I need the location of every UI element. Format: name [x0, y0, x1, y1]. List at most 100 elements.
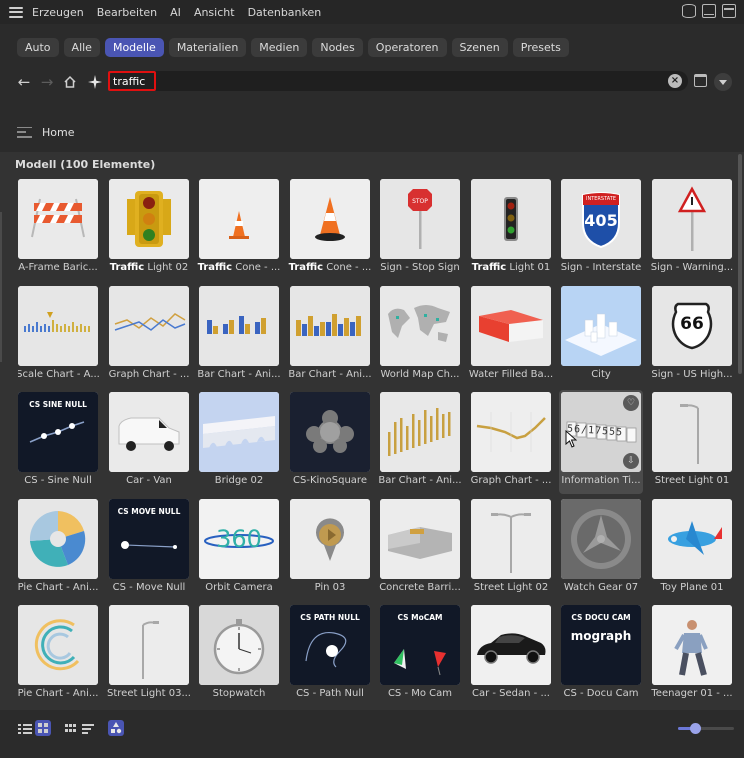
home-icon[interactable] [61, 73, 79, 91]
tab-presets[interactable]: Presets [512, 38, 569, 57]
breadcrumb-home[interactable]: Home [42, 126, 74, 139]
tab-auto[interactable]: Auto [17, 38, 59, 57]
us-highway-sign-thumbnail[interactable]: 66 [652, 286, 732, 366]
menu-erzeugen[interactable]: Erzeugen [32, 6, 84, 19]
search-input[interactable] [113, 73, 513, 89]
scale-chart-thumbnail[interactable] [18, 286, 98, 366]
ring-chart-thumbnail[interactable] [18, 605, 98, 685]
menu-bearbeiten[interactable]: Bearbeiten [97, 6, 157, 19]
warning-sign-thumbnail[interactable] [652, 179, 732, 259]
tree-toggle-icon[interactable] [17, 126, 32, 138]
barricade-thumbnail[interactable] [18, 179, 98, 259]
concrete-barrier-thumbnail[interactable] [380, 499, 460, 579]
download-cloud-icon[interactable]: ⇩ [623, 453, 639, 469]
bar-chart-gold-thumbnail[interactable] [290, 286, 370, 366]
traffic-light-thumbnail[interactable] [109, 179, 189, 259]
stack-icon[interactable] [694, 74, 707, 87]
bridge-thumbnail[interactable] [199, 392, 279, 472]
water-barrier-thumbnail[interactable] [471, 286, 551, 366]
asset-item-10[interactable]: Bar Chart - Ani... [197, 286, 289, 391]
asset-item-25[interactable]: CS MOVE NULL CS - Move Null [109, 499, 199, 604]
asset-item-31[interactable]: Toy Plane 01 [652, 499, 738, 604]
shapes-filter-icon[interactable] [108, 720, 124, 736]
tab-modelle[interactable]: Modelle [104, 38, 164, 57]
cone-dark-thumbnail[interactable] [290, 179, 370, 259]
asset-item-4[interactable]: STOP Sign - Stop Sign [380, 179, 470, 284]
hamburger-menu-icon[interactable] [9, 6, 23, 18]
sedan-thumbnail[interactable] [471, 605, 551, 685]
back-arrow-icon[interactable]: ← [15, 73, 33, 91]
graph-chart-gold-thumbnail[interactable] [471, 392, 551, 472]
menu-ai[interactable]: AI [170, 6, 181, 19]
asset-item-18[interactable]: Bridge 02 [199, 392, 289, 497]
pie-chart-thumbnail[interactable] [18, 499, 98, 579]
grid-view-icon[interactable] [35, 720, 51, 736]
asset-item-34[interactable]: Stopwatch [199, 605, 289, 710]
asset-item-19[interactable]: CS-KinoSquare [290, 392, 380, 497]
street-light-3-thumbnail[interactable] [109, 605, 189, 685]
layout-top-icon[interactable] [722, 4, 736, 18]
asset-item-22[interactable]: 56/17555 ♡ ⇩ Information Ti... [559, 390, 651, 497]
toy-plane-thumbnail[interactable] [652, 499, 732, 579]
cone-thumbnail[interactable] [199, 179, 279, 259]
asset-item-17[interactable]: Car - Van [109, 392, 199, 497]
tab-operatoren[interactable]: Operatoren [367, 38, 447, 57]
asset-item-7[interactable]: Sign - Warning... [651, 179, 738, 284]
asset-item-35[interactable]: CS PATH NULL CS - Path Null [290, 605, 380, 710]
asset-item-26[interactable]: 360 Orbit Camera [199, 499, 289, 604]
asset-item-15[interactable]: 66 Sign - US High... [651, 286, 738, 391]
chevron-down-icon[interactable] [714, 73, 732, 91]
world-map-thumbnail[interactable] [380, 286, 460, 366]
traffic-light-small-thumbnail[interactable] [471, 179, 551, 259]
kino-square-thumbnail[interactable] [290, 392, 370, 472]
asset-item-29[interactable]: Street Light 02 [471, 499, 561, 604]
docu-cam-thumbnail[interactable]: CS DOCU CAM mograph [561, 605, 641, 685]
tab-nodes[interactable]: Nodes [312, 38, 363, 57]
pin-thumbnail[interactable] [290, 499, 370, 579]
asset-item-24[interactable]: Pie Chart - Ani... [18, 499, 108, 604]
move-null-thumbnail[interactable]: CS MOVE NULL [109, 499, 189, 579]
teenager-thumbnail[interactable] [652, 605, 732, 685]
stop-sign-thumbnail[interactable]: STOP [380, 179, 460, 259]
asset-item-14[interactable]: City [561, 286, 651, 391]
asset-item-16[interactable]: CS SINE NULL CS - Sine Null [18, 392, 108, 497]
list-view-icon[interactable] [17, 720, 33, 736]
layout-bottom-icon[interactable] [702, 4, 716, 18]
asset-item-9[interactable]: Graph Chart - ... [109, 286, 199, 391]
asset-item-5[interactable]: Traffic Light 01 [471, 179, 561, 284]
sparkle-icon[interactable] [86, 73, 104, 91]
tab-alle[interactable]: Alle [63, 38, 100, 57]
asset-item-6[interactable]: INTERSTATE 405 Sign - Interstate [561, 179, 651, 284]
graph-chart-thumbnail[interactable] [109, 286, 189, 366]
clear-search-icon[interactable]: × [668, 74, 682, 88]
asset-item-8[interactable]: Scale Chart - A... [18, 286, 108, 391]
asset-item-27[interactable]: Pin 03 [290, 499, 380, 604]
sort-icon[interactable] [81, 720, 97, 736]
asset-item-39[interactable]: Teenager 01 - ... [651, 605, 738, 710]
tab-szenen[interactable]: Szenen [451, 38, 508, 57]
slider-knob[interactable] [690, 723, 701, 734]
asset-item-38[interactable]: CS DOCU CAM mograph CS - Docu Cam [561, 605, 651, 710]
asset-item-20[interactable]: Bar Chart - Ani... [378, 392, 470, 497]
small-grid-icon[interactable] [63, 720, 79, 736]
asset-item-2[interactable]: Traffic Cone - ... [198, 179, 289, 284]
asset-item-3[interactable]: Traffic Cone - ... [289, 179, 380, 284]
asset-item-21[interactable]: Graph Chart - ... [471, 392, 561, 497]
bar-chart-color-thumbnail[interactable] [199, 286, 279, 366]
city-thumbnail[interactable] [561, 286, 641, 366]
street-light-double-thumbnail[interactable] [471, 499, 551, 579]
van-thumbnail[interactable] [109, 392, 189, 472]
mo-cam-thumbnail[interactable]: CS MoCAM [380, 605, 460, 685]
sine-null-thumbnail[interactable]: CS SINE NULL [18, 392, 98, 472]
database-icon[interactable] [682, 4, 696, 18]
interstate-sign-thumbnail[interactable]: INTERSTATE 405 [561, 179, 641, 259]
orbit-camera-thumbnail[interactable]: 360 [199, 499, 279, 579]
asset-item-37[interactable]: Car - Sedan - ... [471, 605, 561, 710]
asset-item-36[interactable]: CS MoCAM CS - Mo Cam [380, 605, 470, 710]
asset-item-13[interactable]: Water Filled Ba... [469, 286, 561, 391]
tab-medien[interactable]: Medien [251, 38, 308, 57]
asset-item-1[interactable]: Traffic Light 02 [109, 179, 199, 284]
bar-chart-bars-thumbnail[interactable] [380, 392, 460, 472]
asset-item-28[interactable]: Concrete Barri... [379, 499, 470, 604]
tab-materialien[interactable]: Materialien [168, 38, 247, 57]
